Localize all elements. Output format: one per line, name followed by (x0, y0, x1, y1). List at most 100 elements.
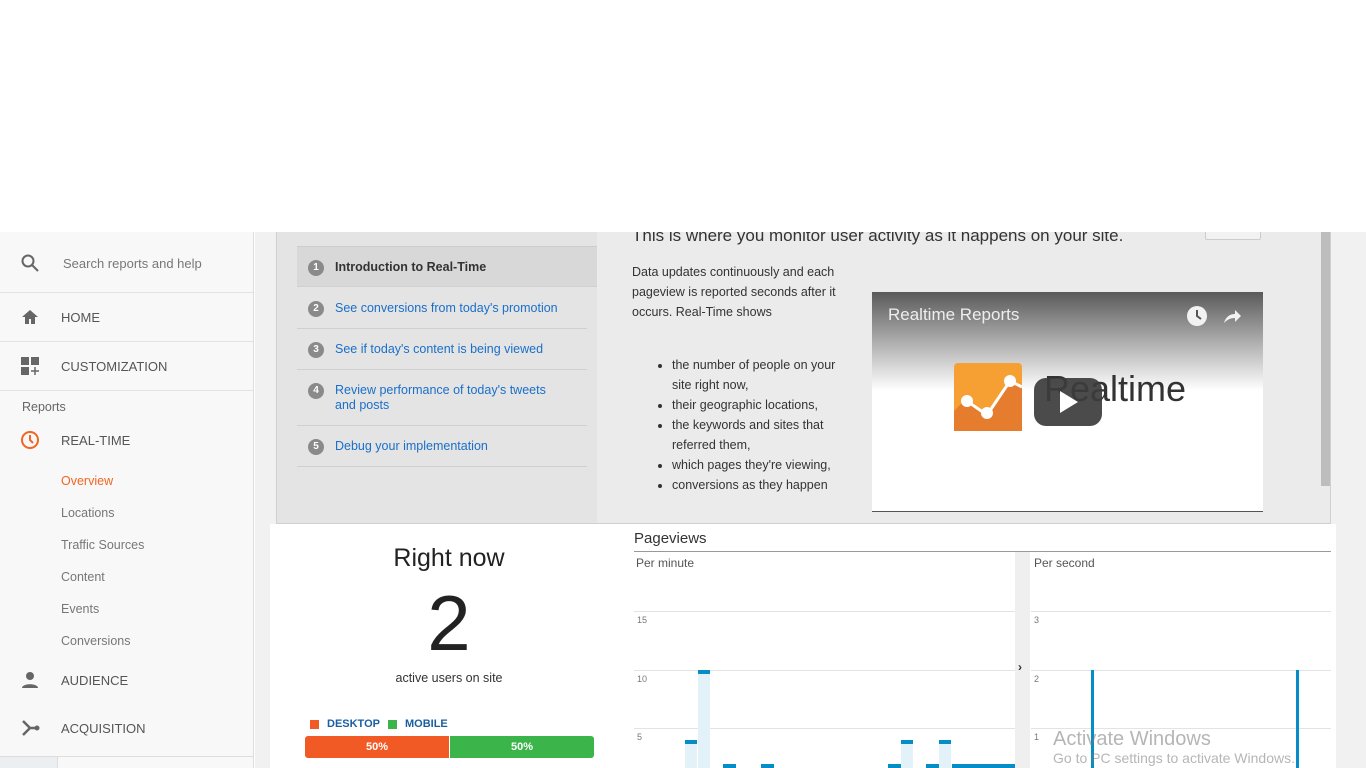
step-link[interactable]: Debug your implementation (335, 439, 488, 453)
step-1[interactable]: 1 Introduction to Real-Time (297, 246, 599, 287)
device-legend: DESKTOP MOBILE (310, 718, 448, 730)
step-link[interactable]: Review performance of today's tweets and… (335, 383, 546, 412)
play-button[interactable] (1034, 378, 1102, 426)
gridline (634, 728, 1015, 730)
chevron-right-icon: › (1018, 660, 1022, 674)
per-minute-chart: 5 10 15 (634, 552, 1015, 768)
video-title: Realtime Reports (888, 305, 1020, 324)
step-3[interactable]: 3 See if today's content is being viewed (297, 329, 587, 370)
step-link[interactable]: See if today's content is being viewed (335, 342, 543, 356)
gridline (1031, 669, 1331, 671)
step-number: 4 (308, 383, 324, 399)
gridline (634, 611, 1015, 613)
y-tick-label: 3 (1034, 615, 1040, 626)
active-users-count: 2 (427, 579, 471, 667)
sidebar: Search reports and help HOME CUSTOMIZATI… (0, 232, 254, 768)
active-users-caption: active users on site (395, 671, 503, 685)
acquisition-icon (22, 720, 40, 736)
sidebar-item-audience[interactable]: AUDIENCE (0, 667, 253, 693)
step-2[interactable]: 2 See conversions from today's promotion (297, 288, 587, 329)
intro-headline: This is where you monitor user activity … (632, 232, 1124, 245)
bar[interactable] (722, 763, 736, 768)
analytics-logo-icon (954, 363, 1023, 431)
y-tick-label: 10 (637, 673, 648, 684)
step-number: 5 (308, 439, 324, 455)
legend-desktop: DESKTOP (327, 718, 380, 730)
bullet: the keywords and sites that referred the… (672, 415, 842, 455)
sidebar-subitem-conversions[interactable]: Conversions (61, 634, 130, 648)
mobile-swatch (387, 719, 397, 729)
gridline (1031, 611, 1331, 613)
sidebar-item-customization[interactable]: CUSTOMIZATION (0, 353, 253, 379)
bar[interactable] (989, 763, 1003, 768)
bar[interactable] (900, 740, 914, 768)
sidebar-item-home[interactable]: HOME (0, 304, 253, 330)
sidebar-subitem-overview[interactable]: Overview (61, 474, 113, 488)
sidebar-item-label: CUSTOMIZATION (61, 358, 168, 374)
dashboard-add-icon (21, 357, 39, 375)
activation-watermark-text: Go to PC settings to activate Windows. (1053, 750, 1295, 766)
bar[interactable] (938, 740, 952, 768)
activation-watermark-title: Activate Windows (1053, 728, 1211, 750)
video-player[interactable]: Realtime Reports Realtime (872, 292, 1263, 512)
bar[interactable] (951, 763, 965, 768)
step-link[interactable]: See conversions from today's promotion (335, 301, 558, 315)
bar[interactable] (964, 763, 977, 768)
bar[interactable] (888, 763, 901, 768)
chart-divider-toggle[interactable]: › (1015, 552, 1030, 768)
bar[interactable] (926, 763, 939, 768)
bar[interactable] (684, 740, 698, 768)
step-number: 2 (308, 301, 324, 317)
realtime-overview: Right now 2 active users on site DESKTOP… (270, 524, 1336, 768)
search-input[interactable]: Search reports and help (63, 256, 202, 271)
scrollbar[interactable] (1321, 232, 1330, 486)
sidebar-subitem-traffic-sources[interactable]: Traffic Sources (61, 538, 144, 552)
intro-paragraph: Data updates continuously and each pagev… (632, 265, 836, 319)
realtime-intro-panel: 1 Introduction to Real-Time 2 See conver… (276, 232, 1331, 524)
sidebar-item-label: HOME (61, 309, 100, 325)
legend-mobile: MOBILE (404, 718, 448, 730)
step-number: 3 (308, 342, 324, 358)
bar[interactable] (1296, 669, 1299, 768)
sidebar-subitem-locations[interactable]: Locations (61, 506, 115, 520)
y-tick-label: 2 (1034, 673, 1040, 684)
share-icon[interactable] (1221, 305, 1243, 327)
bullet: conversions as they happen (672, 475, 842, 495)
mobile-share-bar: 50% (450, 736, 594, 758)
bar[interactable] (976, 763, 990, 768)
y-tick-label: 1 (1034, 732, 1040, 743)
bar[interactable] (697, 669, 711, 768)
desktop-swatch (310, 719, 319, 729)
intro-bullets: the number of people on your site right … (672, 355, 842, 495)
sidebar-item-label: AUDIENCE (61, 672, 129, 688)
sidebar-item-label: REAL-TIME (61, 432, 131, 448)
step-4[interactable]: 4 Review performance of today's tweets a… (297, 370, 587, 426)
bar[interactable] (1002, 763, 1015, 768)
bullet: which pages they're viewing, (672, 455, 842, 475)
sidebar-subitem-content[interactable]: Content (61, 570, 105, 584)
sidebar-item-label: ACQUISITION (61, 720, 146, 736)
reports-heading: Reports (22, 400, 66, 414)
step-5[interactable]: 5 Debug your implementation (297, 426, 587, 467)
bullet: the number of people on your site right … (672, 355, 842, 395)
clock-icon (21, 431, 39, 449)
y-tick-label: 15 (637, 615, 648, 626)
pageviews-title: Pageviews (634, 530, 707, 547)
sidebar-item-acquisition[interactable]: ACQUISITION (0, 715, 253, 741)
pager-buttons[interactable] (1205, 232, 1261, 240)
step-number: 1 (308, 260, 324, 276)
right-now-title: Right now (393, 544, 505, 572)
sidebar-item-realtime[interactable]: REAL-TIME (0, 427, 253, 453)
search-icon (21, 254, 39, 272)
intro-content: This is where you monitor user activity … (588, 232, 1330, 523)
home-icon (22, 310, 38, 324)
bullet: their geographic locations, (672, 395, 842, 415)
watch-later-icon[interactable] (1186, 305, 1208, 327)
sidebar-subitem-events[interactable]: Events (61, 602, 99, 616)
search-reports[interactable]: Search reports and help (0, 250, 253, 276)
person-icon (22, 672, 38, 688)
desktop-share-bar: 50% (305, 736, 449, 758)
y-tick-label: 5 (637, 732, 643, 743)
step-label: Introduction to Real-Time (335, 260, 487, 274)
bar[interactable] (761, 763, 774, 768)
